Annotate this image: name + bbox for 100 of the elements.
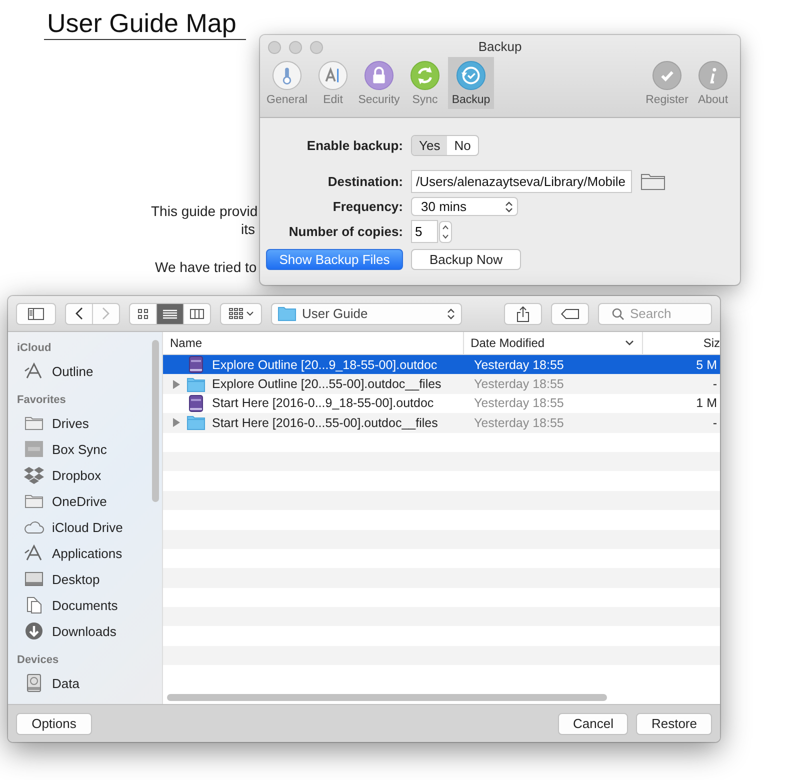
book-icon [189, 356, 203, 374]
file-name: Start Here [2016-0...55-00].outdoc__files [212, 416, 438, 430]
back-icon [75, 307, 83, 320]
sidebar-toggle-button[interactable] [16, 302, 56, 324]
share-button[interactable] [504, 302, 542, 324]
grid-icon [228, 308, 242, 319]
scroll-thumb[interactable] [167, 694, 607, 701]
file-name: Explore Outline [20...9_18-55-00].outdoc [212, 358, 438, 372]
date-text: Yesterday 18:55 [474, 358, 564, 372]
field-label: Destination: [326, 174, 403, 189]
window-title: Backup [478, 39, 522, 54]
paragraph-text: its [241, 221, 255, 237]
chevron-icon [447, 308, 455, 320]
scroll-thumb[interactable] [152, 340, 159, 502]
general-icon [272, 61, 302, 90]
path-field[interactable]: /Users/alenazaytseva/Library/Mobile [411, 170, 632, 193]
chevron-icon [246, 311, 254, 316]
column-header[interactable]: Name [170, 336, 202, 350]
folder-icon[interactable] [641, 173, 665, 190]
segment-option[interactable]: Yes [412, 136, 448, 155]
size-text: - [712, 377, 717, 392]
size-text: 1 M [696, 396, 717, 410]
chevron-icon [505, 200, 513, 212]
folder-icon [24, 414, 44, 432]
sidebar-item[interactable]: Downloads [8, 618, 162, 644]
column-header[interactable]: Siz [703, 336, 720, 350]
toolbar-tab[interactable]: Backup [448, 57, 494, 109]
edit-icon [318, 61, 348, 90]
location-dropdown[interactable]: User Guide [271, 302, 462, 324]
size-text: - [712, 416, 717, 430]
search-icon [612, 308, 624, 320]
paragraph-text: This guide provid [151, 203, 258, 219]
disclosure-triangle[interactable] [173, 380, 180, 389]
sidebar-item[interactable]: iCloud Drive [8, 514, 162, 540]
field-label: Number of copies: [288, 224, 403, 239]
file-row[interactable]: Explore Outline [20...55-00].outdoc__files Yesterday 18:55 - [163, 374, 720, 394]
dropbox-icon [24, 466, 44, 484]
sidebar-heading: Favorites [17, 394, 66, 406]
folder-icon [24, 492, 44, 510]
security-icon [364, 61, 394, 90]
backup-icon [456, 61, 486, 90]
sidebar-item[interactable]: Drives [8, 410, 162, 436]
folder-icon [278, 306, 296, 321]
sidebar-item[interactable]: Outline [8, 358, 162, 384]
dialog-button[interactable]: Restore [636, 712, 712, 734]
desktop-icon [24, 570, 44, 588]
file-name: Explore Outline [20...55-00].outdoc__files [212, 377, 442, 392]
sidebar-icon [28, 308, 44, 320]
file-row[interactable]: Start Here [2016-0...55-00].outdoc__files Yesterday 18:55 - [163, 413, 720, 433]
app-store-icon [24, 544, 44, 562]
field-label: Enable backup: [306, 138, 403, 153]
sidebar-heading: Devices [17, 654, 59, 666]
dialog-button[interactable]: Cancel [558, 712, 628, 734]
paragraph-text: We have tried to [155, 259, 257, 275]
grid-icon [136, 308, 150, 320]
size-text: 5 M [696, 358, 717, 372]
folder-icon [187, 415, 205, 430]
list-icon [163, 308, 177, 320]
view-mode-button[interactable] [157, 304, 184, 324]
sidebar-heading: iCloud [17, 342, 52, 354]
segmented-control[interactable]: Yes No [411, 135, 479, 156]
sidebar-item[interactable]: OneDrive [8, 488, 162, 514]
share-icon [516, 306, 530, 322]
field-label: Frequency: [332, 199, 403, 214]
sidebar-item[interactable]: Applications [8, 540, 162, 566]
date-text: Yesterday 18:55 [474, 416, 564, 430]
documents-icon [24, 596, 44, 614]
disclosure-triangle[interactable] [173, 418, 180, 428]
stepper[interactable] [439, 220, 452, 242]
date-text: Yesterday 18:55 [474, 396, 564, 410]
sort-chevron-icon [625, 340, 634, 346]
about-icon [698, 61, 728, 90]
download-icon [24, 622, 44, 640]
app-store-icon [24, 362, 44, 380]
forward-icon [102, 307, 110, 320]
column-header[interactable]: Date Modified [470, 336, 545, 350]
columns-icon [190, 308, 204, 320]
copies-field[interactable]: 5 [411, 220, 438, 243]
sync-icon [410, 61, 440, 90]
dialog-button[interactable]: Options [16, 712, 92, 734]
sidebar-item[interactable]: Documents [8, 592, 162, 618]
sidebar-item[interactable]: Data [8, 670, 162, 696]
box-icon [24, 440, 44, 458]
sidebar-item[interactable]: Dropbox [8, 462, 162, 488]
tag-button[interactable] [551, 302, 589, 324]
sidebar-item[interactable]: Box Sync [8, 436, 162, 462]
secondary-button[interactable]: Backup Now [411, 249, 521, 270]
document-title: User Guide Map [44, 8, 246, 40]
tag-icon [561, 308, 579, 318]
segment-option[interactable]: No [447, 136, 478, 155]
date-text: Yesterday 18:55 [474, 377, 564, 392]
book-icon [189, 394, 203, 412]
folder-icon [187, 376, 205, 392]
file-row[interactable]: Start Here [2016-0...9_18-55-00].outdoc Yesterday 18:55 1 M [163, 394, 720, 414]
sidebar-item[interactable]: Desktop [8, 566, 162, 592]
frequency-dropdown[interactable]: 30 mins [411, 197, 518, 216]
file-row[interactable]: Explore Outline [20...9_18-55-00].outdoc Yesterday 18:55 5 M [163, 355, 720, 374]
register-icon [652, 61, 682, 90]
arrange-button[interactable] [220, 302, 262, 324]
file-name: Start Here [2016-0...9_18-55-00].outdoc [212, 396, 434, 410]
